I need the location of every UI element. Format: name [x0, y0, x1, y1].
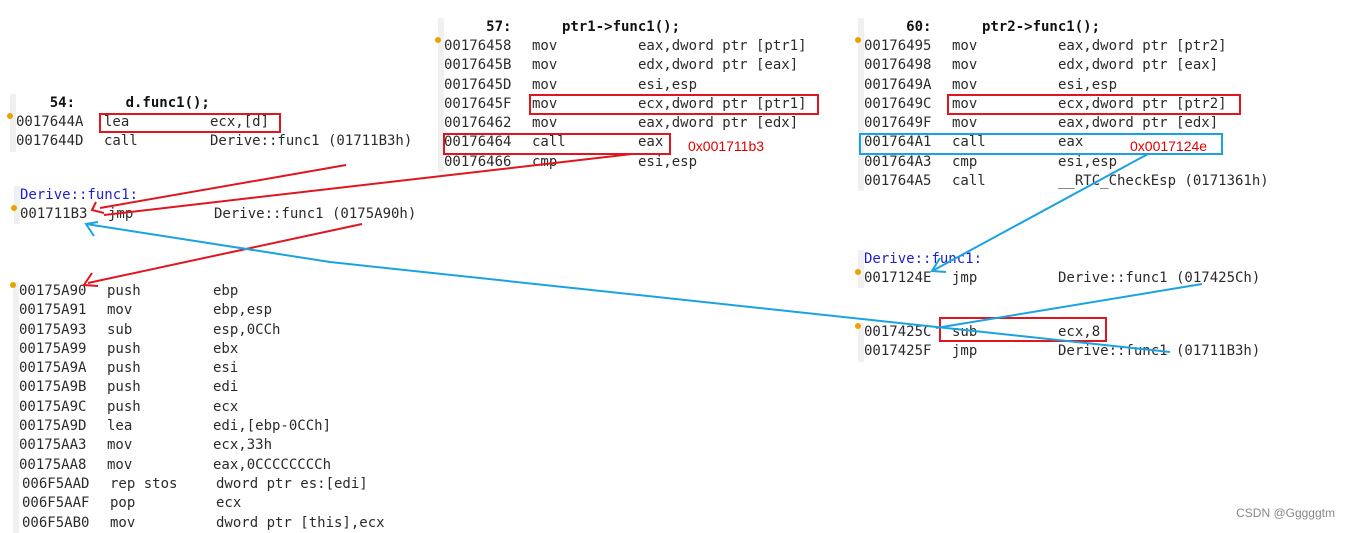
highlight-box-call-eax-ptr2 [859, 133, 1223, 155]
arrowhead-red [82, 272, 99, 287]
highlight-box-lea [99, 113, 281, 133]
flow-arrow-blue [85, 223, 1171, 353]
flow-arrow-red [87, 223, 363, 284]
highlight-box-mov-ptr1 [529, 94, 819, 115]
flow-arrow-red [103, 153, 633, 216]
annotation-overlay [82, 94, 1241, 353]
highlight-box-mov-ptr2 [947, 94, 1241, 115]
highlight-box-call-eax [443, 133, 671, 155]
flow-arrow-blue [933, 153, 1149, 271]
watermark: CSDN @Gggggtm [1236, 506, 1335, 520]
flow-arrow-blue [935, 283, 1203, 329]
